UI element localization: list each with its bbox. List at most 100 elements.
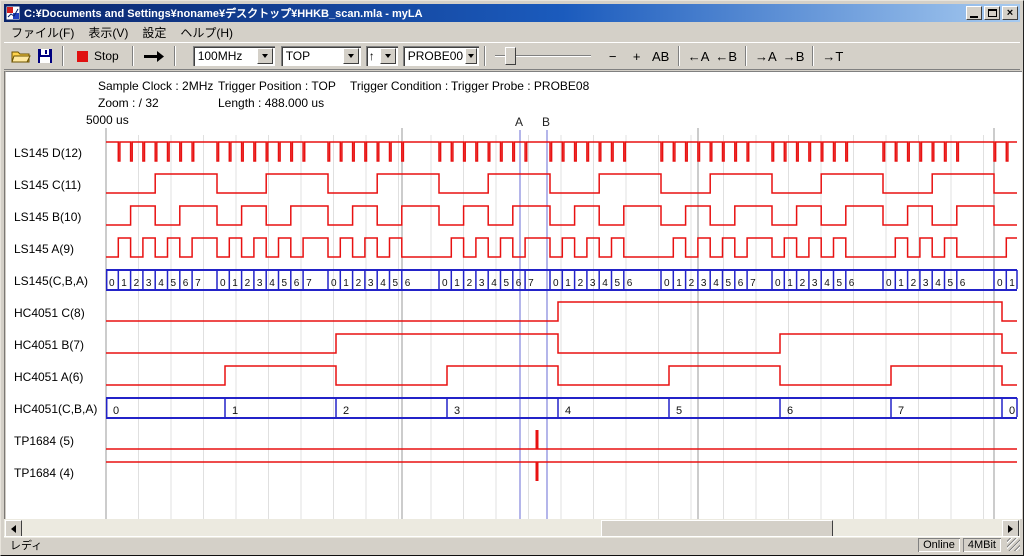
toolbar-separator xyxy=(62,46,64,66)
bus-value-text: 5 xyxy=(393,278,399,289)
bus-value-text: 0 xyxy=(997,278,1003,289)
bus-value-text: 7 xyxy=(750,278,756,289)
chevron-down-icon[interactable] xyxy=(380,48,396,64)
bus-value-text: 4 xyxy=(713,278,719,289)
bus-value-text: 4 xyxy=(824,278,830,289)
bus-value-text: 2 xyxy=(689,278,695,289)
zoom-ab-button[interactable]: AB xyxy=(649,46,673,66)
bus-value-text: 5 xyxy=(726,278,732,289)
trigger-position-combo[interactable]: TOP xyxy=(281,46,361,66)
bus-value-text: 5 xyxy=(282,278,288,289)
jump-to-trigger-button[interactable]: →T xyxy=(819,46,846,66)
toolbar-separator xyxy=(812,46,814,66)
bus-value-text: 2 xyxy=(343,405,349,417)
chevron-down-icon[interactable] xyxy=(257,48,273,64)
bus-value-text: 3 xyxy=(368,278,374,289)
scrollbar-thumb[interactable] xyxy=(601,520,833,537)
bus-value-text: 1 xyxy=(454,278,460,289)
bus-value-text: 0 xyxy=(553,278,559,289)
save-floppy-icon xyxy=(37,48,53,64)
bus-value-text: 2 xyxy=(356,278,362,289)
bus-value-text: 2 xyxy=(578,278,584,289)
stop-button[interactable]: Stop xyxy=(69,46,127,66)
stop-icon xyxy=(77,51,88,62)
left-arrow-icon xyxy=(11,525,16,533)
bus-value-text: 2 xyxy=(911,278,917,289)
bus-value-text: 0 xyxy=(1009,405,1015,417)
waveform-panel: Sample Clock : 2MHz Trigger Position : T… xyxy=(4,71,1022,519)
bus-value-text: 0 xyxy=(775,278,781,289)
trigger-probe-combo[interactable]: PROBE00 xyxy=(403,46,479,66)
bus-value-text: 3 xyxy=(923,278,929,289)
trigger-edge-combo[interactable]: ↑ xyxy=(366,46,398,66)
bus-value-text: 0 xyxy=(664,278,670,289)
app-window: C:¥Documents and Settings¥noname¥デスクトップ¥… xyxy=(0,0,1024,556)
menu-item-3[interactable]: ヘルプ(H) xyxy=(173,23,240,42)
bus-value-text: 6 xyxy=(960,278,966,289)
bus-value-text: 3 xyxy=(590,278,596,289)
window-title: C:¥Documents and Settings¥noname¥デスクトップ¥… xyxy=(24,5,423,21)
chevron-down-icon[interactable] xyxy=(465,48,477,64)
trigger-pulse xyxy=(536,462,539,481)
menu-item-1[interactable]: 表示(V) xyxy=(81,23,135,42)
bus-value-text: 3 xyxy=(146,278,152,289)
bus-value-text: 1 xyxy=(343,278,349,289)
bus-value-text: 6 xyxy=(738,278,744,289)
run-button[interactable] xyxy=(139,45,169,67)
maximize-button[interactable] xyxy=(984,6,1000,20)
bus-value-text: 2 xyxy=(134,278,140,289)
run-arrow-icon xyxy=(142,50,166,62)
status-ready-text: レディ xyxy=(4,537,918,553)
title-bar: C:¥Documents and Settings¥noname¥デスクトップ¥… xyxy=(4,4,1020,22)
scroll-left-button[interactable] xyxy=(5,520,22,537)
bus-value-text: 4 xyxy=(602,278,608,289)
trigger-pulse xyxy=(536,430,539,449)
zoom-slider[interactable] xyxy=(495,46,591,66)
app-icon xyxy=(6,6,20,20)
bus-value-text: 4 xyxy=(380,278,386,289)
toolbar: Stop 100MHz TOP ↑ PROBE00 xyxy=(4,42,1020,70)
bus-value-text: 5 xyxy=(615,278,621,289)
bus-value-text: 2 xyxy=(245,278,251,289)
menu-bar: ファイル(F)表示(V)設定ヘルプ(H) xyxy=(4,23,1020,41)
menu-item-2[interactable]: 設定 xyxy=(135,23,173,42)
maximize-icon xyxy=(988,9,997,17)
menu-item-0[interactable]: ファイル(F) xyxy=(4,23,81,42)
bus-value-text: 6 xyxy=(516,278,522,289)
bus-value-text: 3 xyxy=(454,405,460,417)
status-online-badge: Online xyxy=(918,538,960,552)
zoom-in-button[interactable]: + xyxy=(625,46,649,66)
bus-value-text: 6 xyxy=(787,405,793,417)
slider-thumb[interactable] xyxy=(505,47,516,65)
open-file-button[interactable] xyxy=(9,45,33,67)
bus-value-text: 3 xyxy=(701,278,707,289)
jump-to-cursor-b-button[interactable]: ←B xyxy=(712,46,740,66)
bus-value-text: 1 xyxy=(121,278,127,289)
bus-value-text: 0 xyxy=(109,278,115,289)
sample-clock-value: 100MHz xyxy=(193,46,255,66)
set-cursor-a-button[interactable]: →A xyxy=(752,46,780,66)
bus-value-text: 6 xyxy=(627,278,633,289)
zoom-out-button[interactable]: − xyxy=(601,46,625,66)
toolbar-separator xyxy=(678,46,680,66)
bus-value-text: 3 xyxy=(257,278,263,289)
scroll-right-button[interactable] xyxy=(1002,520,1019,537)
bus-value-text: 6 xyxy=(849,278,855,289)
bus-value-text: 5 xyxy=(171,278,177,289)
jump-to-cursor-a-button[interactable]: ←A xyxy=(685,46,713,66)
bus-value-text: 1 xyxy=(676,278,682,289)
bus-value-text: 4 xyxy=(491,278,497,289)
bus-value-text: 5 xyxy=(676,405,682,417)
bus-value-text: 4 xyxy=(158,278,164,289)
save-file-button[interactable] xyxy=(33,45,57,67)
minimize-icon xyxy=(970,16,978,18)
sample-clock-combo[interactable]: 100MHz xyxy=(193,46,275,66)
close-button[interactable]: × xyxy=(1002,6,1018,20)
set-cursor-b-button[interactable]: →B xyxy=(780,46,808,66)
cursor-lines: AB xyxy=(515,115,550,519)
minimize-button[interactable] xyxy=(966,6,982,20)
trigger-probe-value: PROBE00 xyxy=(403,46,463,66)
resize-grip-icon[interactable] xyxy=(1007,538,1020,551)
bus-value-text: 6 xyxy=(405,278,411,289)
chevron-down-icon[interactable] xyxy=(343,48,359,64)
